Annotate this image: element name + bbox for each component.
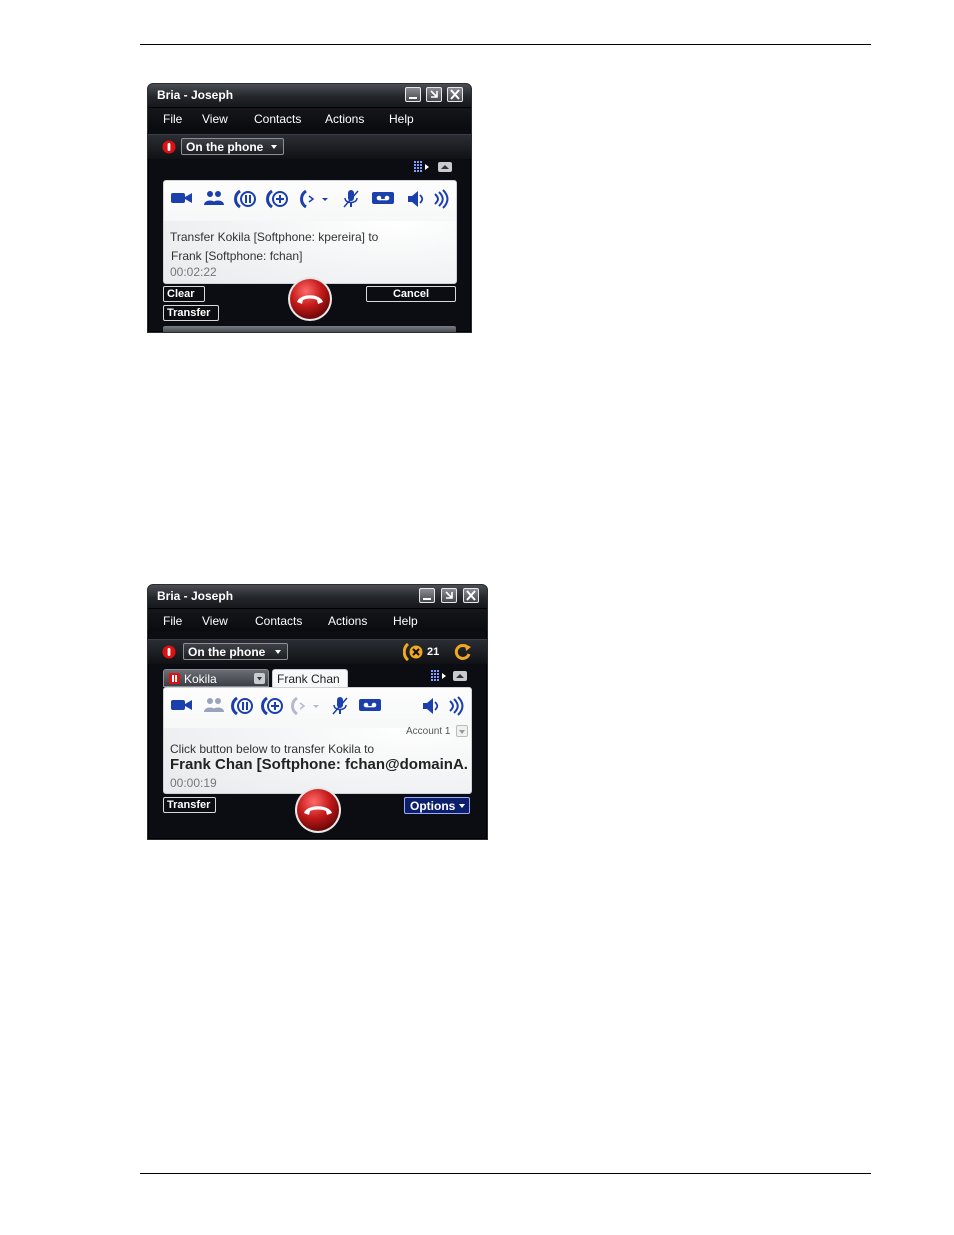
speaker-icon[interactable]: [421, 696, 441, 716]
hold-icon[interactable]: [234, 189, 256, 209]
top-rule: [140, 44, 871, 45]
restore-button[interactable]: [441, 588, 457, 603]
status-bar: On the phone 21: [148, 639, 487, 664]
volume-icon[interactable]: [432, 189, 450, 209]
menu-view[interactable]: View: [202, 112, 228, 126]
tab-kokila[interactable]: Kokila: [163, 669, 269, 687]
status-bar: On the phone: [148, 134, 471, 159]
bria-window-transfer-ready: Bria - Joseph File View Contacts Actions…: [147, 584, 488, 840]
hangup-icon[interactable]: [286, 275, 334, 323]
collapse-icon[interactable]: [453, 671, 467, 681]
minimize-button[interactable]: [405, 87, 421, 102]
hangup-icon[interactable]: [293, 785, 343, 835]
contacts-group-icon[interactable]: [203, 189, 225, 207]
restore-icon: [430, 90, 438, 98]
menu-actions[interactable]: Actions: [328, 614, 367, 628]
chevron-down-icon: [459, 804, 465, 808]
presence-label: On the phone: [188, 645, 266, 659]
transfer-instruction: Click button below to transfer Kokila to: [170, 742, 375, 756]
microphone-icon[interactable]: [342, 189, 360, 209]
chevron-down-icon: [271, 145, 278, 149]
close-icon: [466, 590, 476, 601]
menu-file[interactable]: File: [163, 614, 182, 628]
close-icon: [450, 89, 460, 100]
options-label: Options: [410, 799, 456, 813]
cancel-button[interactable]: Cancel: [366, 286, 456, 302]
missed-calls-icon[interactable]: [403, 643, 425, 661]
tab-label-kokila: Kokila: [184, 672, 217, 686]
transfer-button[interactable]: Transfer: [163, 797, 216, 813]
add-call-icon[interactable]: [266, 189, 288, 209]
minimize-icon: [423, 598, 431, 600]
call-timer: 00:02:22: [170, 265, 217, 279]
video-icon[interactable]: [170, 189, 194, 207]
clear-button[interactable]: Clear: [163, 286, 205, 302]
dialpad-icon[interactable]: [431, 670, 447, 682]
missed-calls-count: 21: [427, 646, 440, 658]
chevron-down-icon: [275, 650, 282, 654]
speaker-icon[interactable]: [406, 189, 426, 209]
menu-contacts[interactable]: Contacts: [255, 614, 302, 628]
menu-view[interactable]: View: [202, 614, 228, 628]
menu-file[interactable]: File: [163, 112, 182, 126]
menu-help[interactable]: Help: [393, 614, 418, 628]
video-icon[interactable]: [170, 696, 194, 714]
voicemail-icon[interactable]: [371, 189, 395, 207]
busy-status-icon: [162, 140, 176, 154]
minimize-icon: [409, 97, 417, 99]
chevron-down-icon[interactable]: [254, 673, 265, 684]
microphone-icon[interactable]: [331, 696, 349, 716]
add-call-icon[interactable]: [261, 696, 283, 716]
call-panel: Transfer Kokila [Softphone: kpereira] to…: [163, 180, 457, 284]
busy-status-icon: [162, 645, 176, 659]
minimize-button[interactable]: [419, 588, 435, 603]
close-button[interactable]: [463, 588, 479, 603]
call-timer: 00:00:19: [170, 776, 217, 790]
call-panel: Account 1 Click button below to transfer…: [163, 687, 472, 794]
bria-window-transfer-dialing: Bria - Joseph File View Contacts Actions…: [147, 83, 472, 333]
presence-dropdown[interactable]: On the phone: [183, 643, 289, 660]
hold-icon[interactable]: [231, 696, 253, 716]
tab-frank-chan[interactable]: Frank Chan: [272, 669, 348, 687]
tab-label-frank-chan: Frank Chan: [277, 672, 340, 686]
menu-help[interactable]: Help: [389, 112, 414, 126]
dialpad-icon[interactable]: [414, 161, 430, 173]
presence-dropdown[interactable]: On the phone: [181, 138, 285, 155]
title-bar: Bria - Joseph: [148, 84, 471, 108]
close-button[interactable]: [447, 87, 463, 102]
transfer-text-line1: Transfer Kokila [Softphone: kpereira] to: [170, 230, 379, 244]
transfer-dropdown-icon: [291, 696, 319, 716]
restore-icon: [445, 591, 453, 599]
account-dropdown[interactable]: [456, 725, 468, 737]
window-title: Bria - Joseph: [157, 88, 234, 102]
options-button[interactable]: Options: [404, 797, 470, 814]
transfer-button[interactable]: Transfer: [163, 305, 219, 321]
menu-bar: File View Contacts Actions Help: [148, 609, 487, 631]
presence-label: On the phone: [186, 140, 264, 154]
menu-contacts[interactable]: Contacts: [254, 112, 301, 126]
account-label: Account 1: [406, 726, 451, 737]
transfer-text-line2[interactable]: Frank [Softphone: fchan]: [171, 249, 302, 263]
bottom-rule: [140, 1173, 871, 1174]
hold-status-icon: [169, 673, 180, 684]
menu-bar: File View Contacts Actions Help: [148, 108, 471, 130]
contacts-group-icon: [204, 698, 224, 712]
transfer-dropdown-icon[interactable]: [300, 189, 330, 209]
refresh-icon[interactable]: [454, 643, 472, 661]
volume-icon[interactable]: [447, 696, 465, 716]
transfer-target: Frank Chan [Softphone: fchan@domainA.: [170, 756, 468, 773]
collapse-icon[interactable]: [438, 162, 452, 172]
voicemail-icon[interactable]: [358, 696, 382, 714]
window-title: Bria - Joseph: [157, 589, 234, 603]
window-bottom-strip: [163, 326, 456, 332]
title-bar: Bria - Joseph: [148, 585, 487, 609]
menu-actions[interactable]: Actions: [325, 112, 364, 126]
restore-button[interactable]: [426, 87, 442, 102]
